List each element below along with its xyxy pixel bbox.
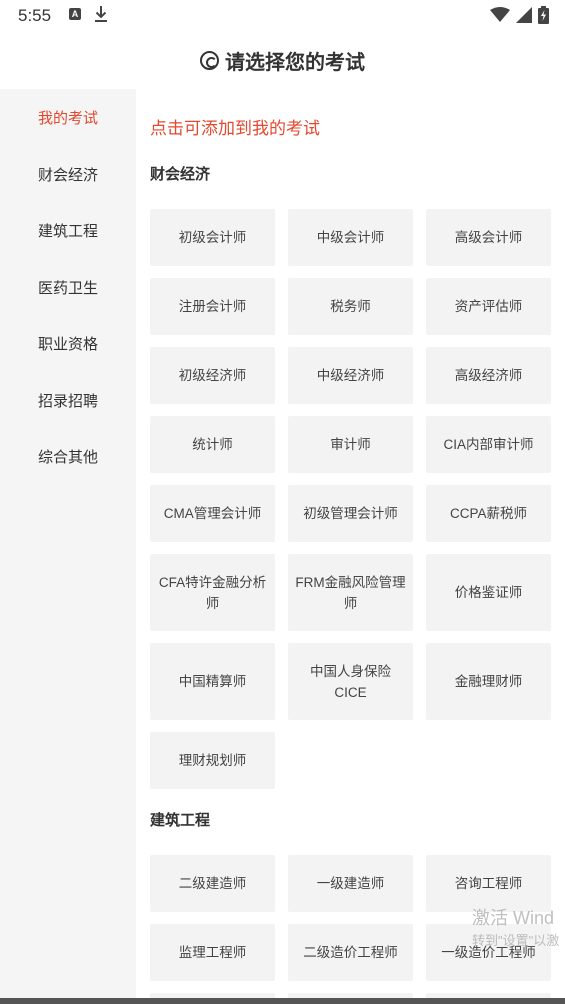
sidebar-item[interactable]: 医药卫生 bbox=[0, 261, 136, 317]
exam-button[interactable]: 初级会计师 bbox=[150, 209, 275, 266]
signal-icon bbox=[516, 7, 532, 23]
exam-button[interactable]: FRM金融风险管理师 bbox=[288, 554, 413, 631]
exam-button[interactable]: 审计师 bbox=[288, 416, 413, 473]
exam-button[interactable]: CIA内部审计师 bbox=[426, 416, 551, 473]
header: 请选择您的考试 bbox=[0, 32, 565, 89]
sidebar: 我的考试 财会经济 建筑工程 医药卫生 职业资格 招录招聘 综合其他 bbox=[0, 89, 136, 1004]
exam-button[interactable]: 理财规划师 bbox=[150, 732, 275, 789]
exam-button[interactable]: 价格鉴证师 bbox=[426, 554, 551, 631]
exam-button[interactable]: 金融理财师 bbox=[426, 643, 551, 720]
exam-button[interactable]: 二级造价工程师 bbox=[288, 924, 413, 981]
exam-button[interactable]: 中级会计师 bbox=[288, 209, 413, 266]
status-bar: 5:55 A bbox=[0, 0, 565, 32]
download-icon bbox=[95, 6, 107, 22]
exam-logo-icon bbox=[200, 51, 219, 70]
exam-button[interactable]: 高级会计师 bbox=[426, 209, 551, 266]
section-title: 建筑工程 bbox=[150, 812, 211, 829]
exam-button[interactable]: 初级管理会计师 bbox=[288, 485, 413, 542]
status-icons bbox=[490, 5, 549, 25]
sidebar-item[interactable]: 财会经济 bbox=[0, 148, 136, 204]
status-time: 5:55 bbox=[18, 6, 52, 25]
sidebar-item[interactable]: 综合其他 bbox=[0, 430, 136, 486]
exam-button[interactable]: 税务师 bbox=[288, 278, 413, 335]
battery-icon bbox=[538, 6, 549, 24]
sidebar-item[interactable]: 职业资格 bbox=[0, 317, 136, 373]
exam-button[interactable]: 中级经济师 bbox=[288, 347, 413, 404]
exam-button[interactable]: 资产评估师 bbox=[426, 278, 551, 335]
exam-button[interactable]: 监理工程师 bbox=[150, 924, 275, 981]
sidebar-item[interactable]: 招录招聘 bbox=[0, 374, 136, 430]
exam-button[interactable]: 统计师 bbox=[150, 416, 275, 473]
bottom-edge bbox=[0, 998, 565, 1004]
wifi-icon bbox=[490, 7, 510, 22]
exam-button[interactable]: CCPA薪税师 bbox=[426, 485, 551, 542]
a-icon: A bbox=[69, 8, 81, 20]
section-title: 财会经济 bbox=[150, 166, 211, 183]
exam-button[interactable]: 注册会计师 bbox=[150, 278, 275, 335]
exam-button[interactable]: 中国精算师 bbox=[150, 643, 275, 720]
exam-button[interactable]: 一级建造师 bbox=[288, 855, 413, 912]
sidebar-item[interactable]: 我的考试 bbox=[0, 91, 136, 147]
exam-button[interactable]: 中国人身保险CICE bbox=[288, 643, 413, 720]
exam-button[interactable]: 初级经济师 bbox=[150, 347, 275, 404]
exam-button[interactable]: CFA特许金融分析师 bbox=[150, 554, 275, 631]
exam-button[interactable]: CMA管理会计师 bbox=[150, 485, 275, 542]
activation-watermark-sub: 转到"设置"以激 bbox=[472, 933, 560, 948]
sidebar-item[interactable]: 建筑工程 bbox=[0, 204, 136, 260]
exam-button[interactable]: 高级经济师 bbox=[426, 347, 551, 404]
exam-list: 点击可添加到我的考试 财会经济初级会计师 中级会计师 高级会计师注册会计师 税务师 资产… bbox=[136, 89, 565, 1004]
page-title: 请选择您的考试 bbox=[225, 52, 365, 74]
activation-watermark: 激活 Wind bbox=[472, 908, 555, 928]
add-hint: 点击可添加到我的考试 bbox=[150, 119, 320, 138]
exam-button[interactable]: 二级建造师 bbox=[150, 855, 275, 912]
